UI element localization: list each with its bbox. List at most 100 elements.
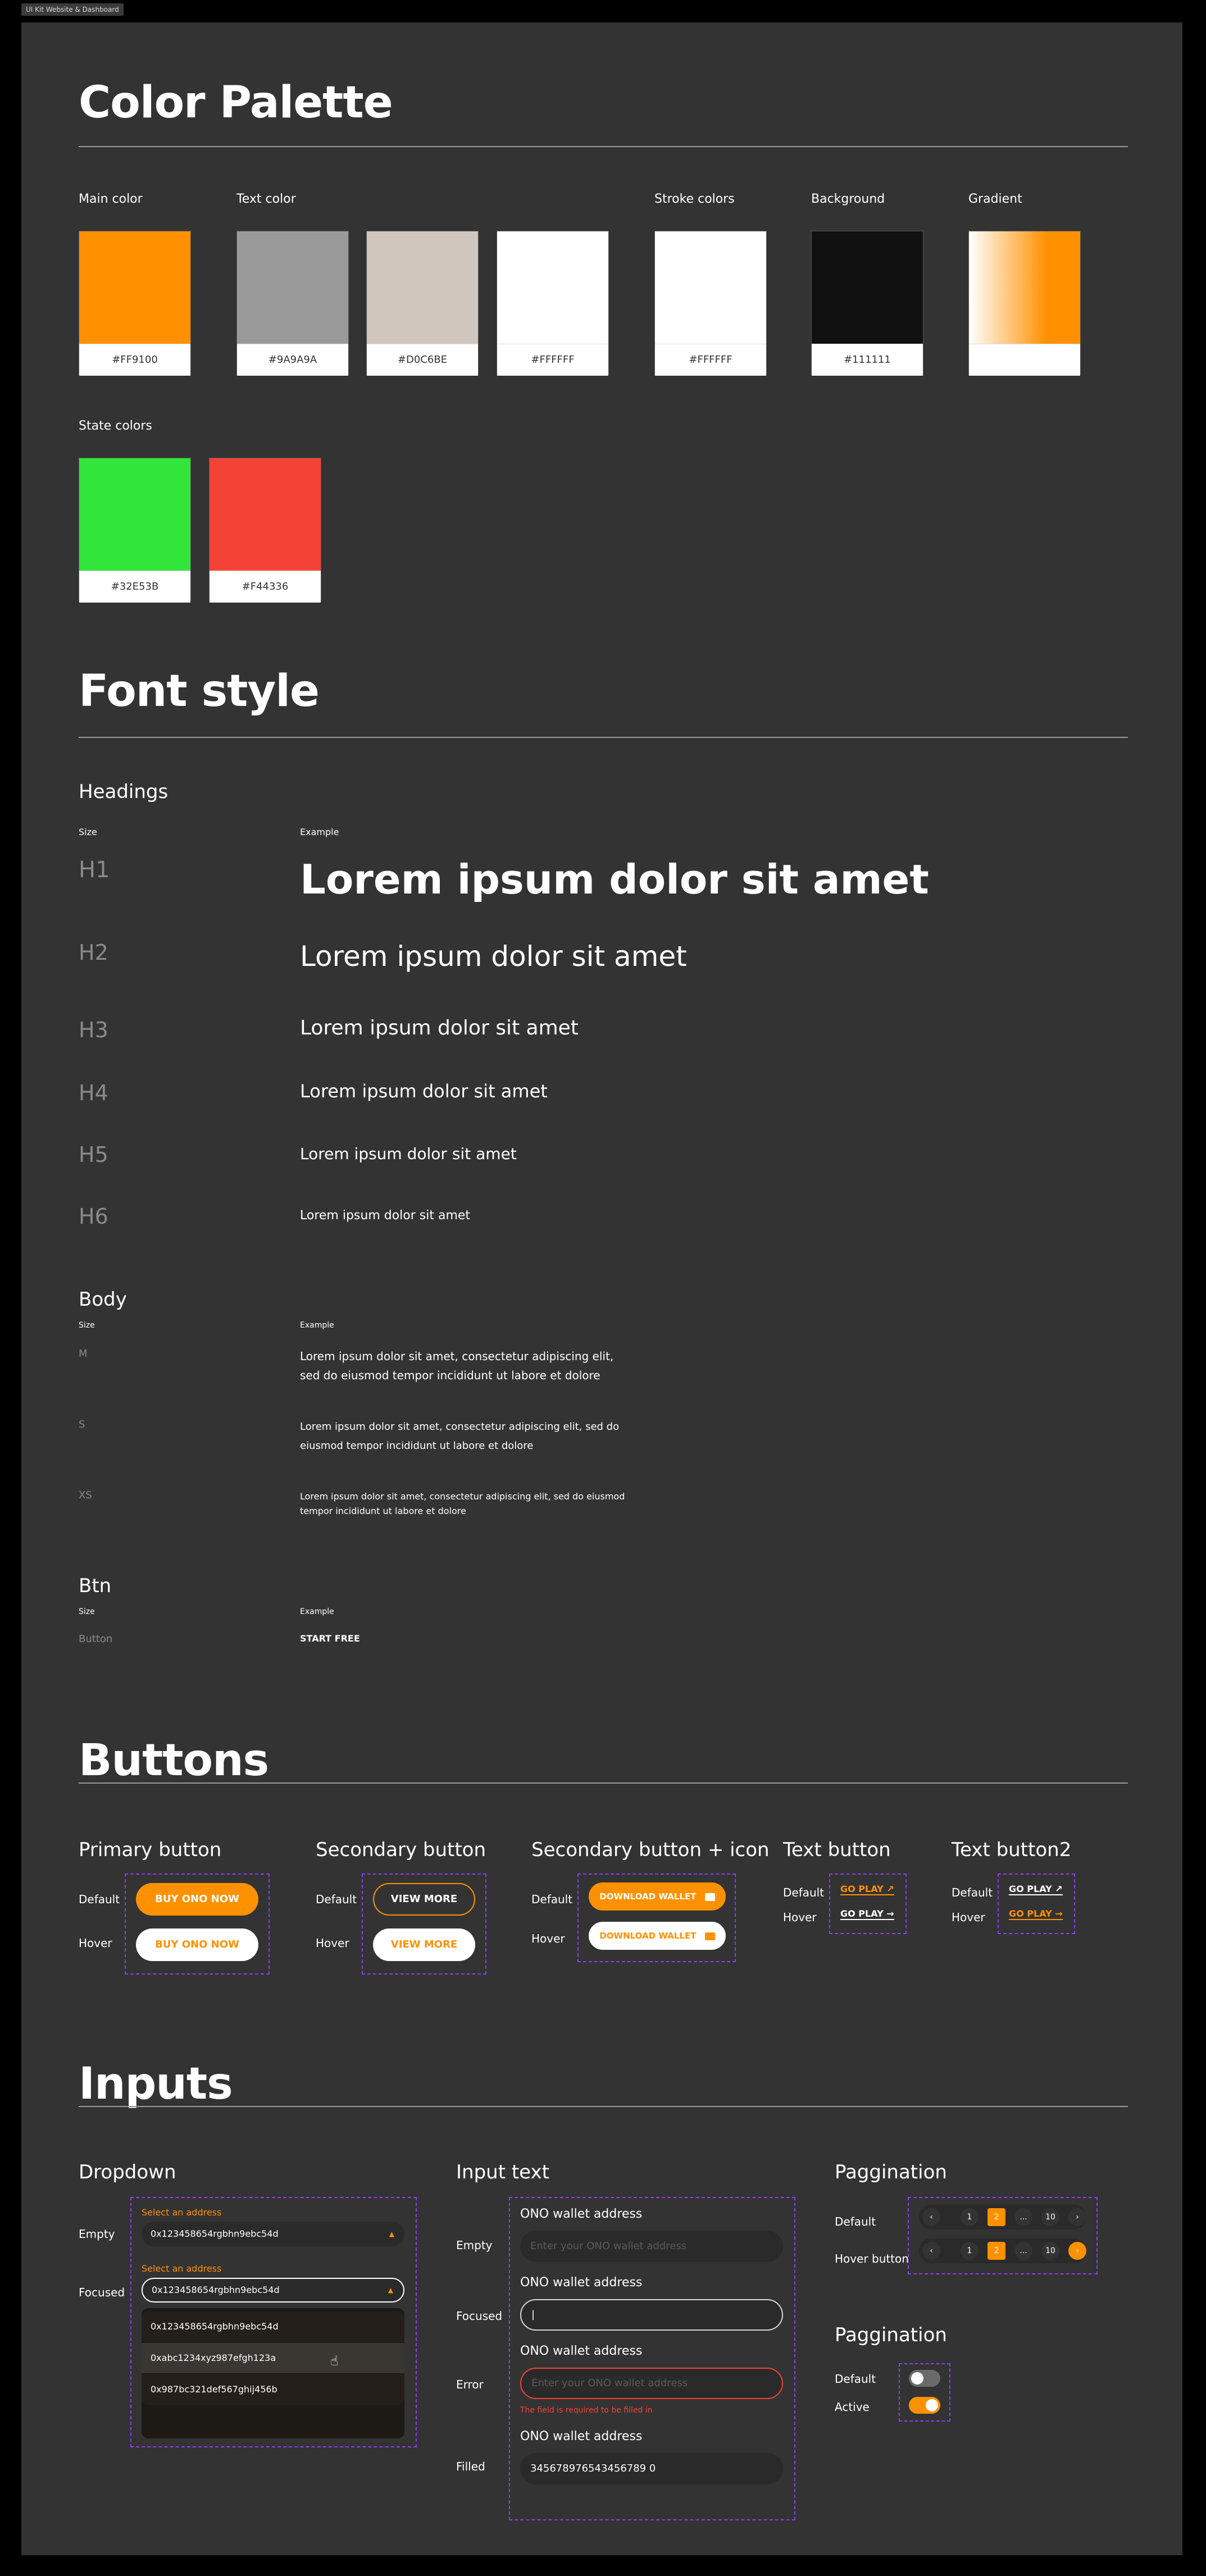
page-button[interactable]: 10 — [1041, 2208, 1059, 2226]
h2-example: Lorem ipsum dolor sit amet — [300, 940, 687, 973]
wallet-input-empty[interactable]: Enter your ONO wallet address — [520, 2231, 783, 2262]
download-wallet-label: DOWNLOAD WALLET — [599, 1891, 697, 1902]
swatch-color — [210, 458, 321, 571]
prev-page-button[interactable]: ‹ — [922, 2242, 940, 2260]
toggle-knob — [926, 2399, 938, 2411]
caret-up-icon: ▲ — [389, 2230, 394, 2238]
btn-font-title: Btn — [79, 1575, 112, 1597]
dropdown-focused-label: Focused — [79, 2286, 125, 2299]
swatch-hex: #32E53B — [79, 571, 190, 603]
dropdown-option[interactable]: 0x123458654rgbhn9ebc54d — [142, 2311, 404, 2342]
inputs-title: Inputs — [79, 2059, 233, 2109]
download-wallet-button-hover[interactable]: DOWNLOAD WALLET — [589, 1922, 726, 1950]
swatch-text-white: #FFFFFF — [497, 231, 609, 376]
dropdown-value: 0x123458654rgbhn9ebc54d — [152, 2285, 280, 2295]
download-wallet-button[interactable]: DOWNLOAD WALLET — [589, 1882, 726, 1911]
go-play-text-button[interactable]: GO PLAY ↗ — [840, 1884, 894, 1895]
body-m-size: M — [79, 1348, 88, 1360]
text-default-label: Default — [783, 1886, 825, 1899]
go-play-label: GO PLAY — [840, 1884, 884, 1894]
body-xs-size: XS — [79, 1489, 92, 1501]
page-button[interactable]: 10 — [1041, 2242, 1059, 2260]
h6-example: Lorem ipsum dolor sit amet — [300, 1209, 471, 1223]
buttons-title: Buttons — [79, 1735, 269, 1786]
swatch-color — [655, 231, 766, 344]
toggle-default-label: Default — [835, 2372, 876, 2386]
h6-size: H6 — [79, 1204, 108, 1229]
wallet-input-filled[interactable]: 345678976543456789 0 — [520, 2453, 783, 2484]
wallet-input-focused[interactable]: | — [520, 2299, 783, 2331]
secondary-icon-button-title: Secondary button + icon — [531, 1839, 770, 1861]
text-color-label: Text color — [236, 192, 296, 206]
prev-page-button[interactable]: ‹ — [922, 2208, 940, 2226]
pagination-default-label: Default — [835, 2215, 876, 2228]
btn-size-label: Size — [79, 1607, 95, 1616]
page-button[interactable]: 1 — [961, 2242, 979, 2260]
swatch-error: #F44336 — [209, 458, 321, 603]
body-s-size: S — [79, 1419, 85, 1430]
text-button2-frame — [998, 1873, 1075, 1934]
swatch-color — [969, 231, 1080, 344]
primary-default-label: Default — [79, 1893, 120, 1906]
buy-ono-button-hover[interactable]: BUY ONO NOW — [136, 1928, 258, 1961]
toggle-active-label: Active — [835, 2400, 870, 2414]
body-xs-example: Lorem ipsum dolor sit amet, consectetur … — [300, 1491, 625, 1516]
size-label: Size — [79, 827, 97, 837]
font-style-divider — [79, 737, 1128, 738]
swatch-gradient — [968, 231, 1081, 376]
h5-example: Lorem ipsum dolor sit amet — [300, 1145, 517, 1163]
dropdown-option-hover[interactable]: 0xabc1234xyz987efgh123a — [142, 2343, 404, 2373]
dropdown-empty-caption: Select an address — [142, 2207, 222, 2218]
text-button-title: Text button — [783, 1839, 891, 1861]
wallet-icon — [704, 1932, 715, 1940]
view-more-button-hover[interactable]: VIEW MORE — [373, 1928, 475, 1961]
page-button[interactable]: 1 — [961, 2208, 979, 2226]
arrow-right-icon: → — [886, 1908, 894, 1919]
toggle-on[interactable] — [909, 2397, 940, 2414]
page-button-active[interactable]: 2 — [987, 2208, 1005, 2226]
go-play-text-button2[interactable]: GO PLAY ↗ — [1009, 1884, 1063, 1895]
secondary-icon-hover-label: Hover — [531, 1932, 565, 1945]
swatch-stroke: #FFFFFF — [654, 231, 767, 376]
palette-divider — [79, 146, 1128, 147]
swatch-hex: #FFFFFF — [655, 344, 766, 376]
view-more-button[interactable]: VIEW MORE — [373, 1883, 475, 1916]
h3-example: Lorem ipsum dolor sit amet — [300, 1016, 579, 1039]
wallet-field-label: ONO wallet address — [520, 2207, 643, 2221]
h4-example: Lorem ipsum dolor sit amet — [300, 1080, 548, 1102]
body-m-example: Lorem ipsum dolor sit amet, consectetur … — [300, 1349, 614, 1382]
wallet-field-label: ONO wallet address — [520, 2429, 643, 2443]
next-page-button[interactable]: › — [1068, 2208, 1086, 2226]
swatch-hex: #111111 — [812, 344, 923, 376]
swatch-color — [812, 231, 923, 344]
swatch-hex: #D0C6BE — [367, 344, 478, 376]
wallet-input-error[interactable]: Enter your ONO wallet address — [520, 2368, 783, 2399]
window-tag: UI Kit Website & Dashboard — [21, 3, 124, 16]
swatch-color — [79, 231, 190, 344]
text-button2-title: Text button2 — [952, 1839, 1072, 1861]
buy-ono-button[interactable]: BUY ONO NOW — [136, 1883, 258, 1916]
body-example-label: Example — [300, 1321, 334, 1330]
next-page-button-hover[interactable]: › — [1068, 2242, 1086, 2260]
go-play-text-button2-hover[interactable]: GO PLAY → — [1009, 1908, 1063, 1920]
dropdown-option[interactable]: 0x987bc321def567ghij456b — [142, 2374, 404, 2405]
swatch-color — [237, 231, 348, 344]
headings-title: Headings — [79, 781, 169, 803]
state-color-label: State colors — [79, 419, 152, 433]
toggle-off[interactable] — [909, 2370, 940, 2387]
swatch-background: #111111 — [811, 231, 923, 376]
h2-size: H2 — [79, 940, 108, 965]
pagination-hover-label: Hover button — [835, 2252, 909, 2265]
go-play-label: GO PLAY — [840, 1908, 884, 1919]
dropdown-focused-select[interactable]: 0x123458654rgbhn9ebc54d ▲ — [142, 2278, 404, 2303]
go-play-text-button-hover[interactable]: GO PLAY → — [840, 1908, 894, 1920]
input-text-title: Input text — [456, 2161, 549, 2183]
page-button-active[interactable]: 2 — [987, 2242, 1005, 2260]
primary-button-title: Primary button — [79, 1839, 222, 1861]
swatch-hex-empty — [969, 344, 1080, 376]
body-title: Body — [79, 1288, 127, 1311]
wallet-field-label: ONO wallet address — [520, 2344, 643, 2358]
btn-size: Button — [79, 1633, 113, 1645]
dropdown-empty-select[interactable]: 0x123458654rgbhn9ebc54d ▲ — [142, 2222, 404, 2246]
background-color-label: Background — [811, 192, 885, 206]
